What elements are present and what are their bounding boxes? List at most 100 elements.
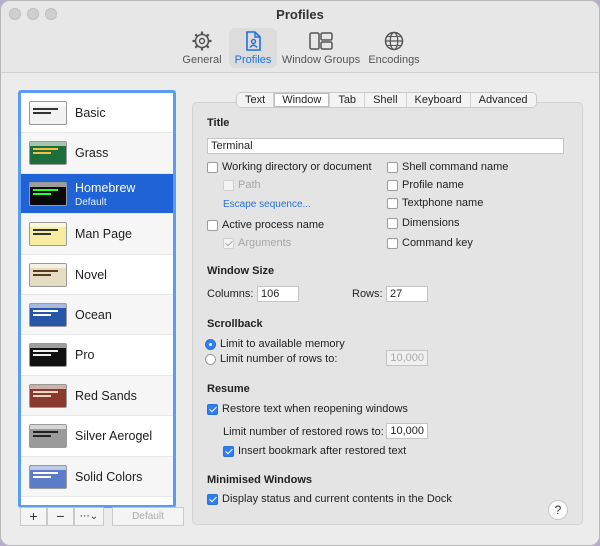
profile-document-icon	[246, 31, 261, 51]
profile-name-checkbox[interactable]	[387, 180, 398, 191]
profile-item[interactable]: Homebrew Default	[21, 173, 173, 215]
profile-thumbnail	[29, 101, 67, 125]
tab-advanced[interactable]: Advanced	[471, 93, 536, 107]
working-directory-checkbox[interactable]	[207, 162, 218, 173]
toolbar-encodings-label: Encodings	[368, 54, 420, 66]
rows-input[interactable]	[386, 286, 428, 302]
active-process-checkbox[interactable]	[207, 220, 218, 231]
set-default-button[interactable]: Default	[112, 507, 184, 526]
toolbar-encodings[interactable]: Encodings	[365, 28, 423, 68]
profile-name: Homebrew	[75, 180, 136, 195]
scrollback-rows-input[interactable]	[386, 350, 428, 366]
resume-heading: Resume	[207, 383, 250, 395]
tab-window[interactable]: Window	[274, 93, 331, 107]
profile-thumbnail	[29, 343, 67, 368]
path-label: Path	[238, 179, 261, 191]
scrollback-heading: Scrollback	[207, 318, 263, 330]
insert-bookmark-checkbox[interactable]	[223, 446, 234, 457]
profile-name-label: Profile name	[402, 179, 464, 191]
limit-available-memory-radio[interactable]	[205, 339, 216, 350]
working-directory-label: Working directory or document	[222, 161, 372, 173]
profile-item[interactable]: Man Page	[21, 214, 173, 255]
profile-thumbnail	[29, 464, 67, 489]
toolbar-profiles[interactable]: Profiles	[229, 28, 277, 68]
title-input[interactable]	[207, 138, 564, 154]
profile-thumbnail	[29, 181, 67, 206]
window-title: Profiles	[276, 7, 324, 22]
profile-thumbnail	[29, 302, 67, 327]
help-button[interactable]: ?	[548, 500, 568, 520]
display-status-label: Display status and current contents in t…	[222, 493, 452, 505]
title-bar: Profiles General Profiles Window Groups …	[1, 1, 599, 73]
textphone-name-checkbox[interactable]	[387, 198, 398, 209]
profile-name: Grass	[75, 146, 109, 161]
insert-bookmark-label: Insert bookmark after restored text	[238, 445, 407, 457]
preferences-window: Profiles General Profiles Window Groups …	[0, 0, 600, 546]
profile-name: Basic	[75, 106, 106, 120]
add-profile-button[interactable]: +	[20, 507, 47, 526]
textphone-name-label: Textphone name	[402, 197, 484, 209]
profile-thumbnail	[29, 424, 67, 449]
profiles-list-controls: + − ⋯⌄ Default	[20, 507, 184, 526]
profile-name: Pro	[75, 348, 95, 363]
profile-item[interactable]: Red Sands	[21, 375, 173, 417]
display-status-checkbox[interactable]	[207, 494, 218, 505]
profile-item[interactable]: Grass	[21, 133, 173, 174]
restore-text-checkbox[interactable]	[207, 404, 218, 415]
profile-name: Solid Colors	[75, 469, 143, 484]
profile-item[interactable]: Pro	[21, 335, 173, 376]
settings-tabs: Text Window Tab Shell Keyboard Advanced	[236, 92, 537, 108]
dimensions-checkbox[interactable]	[387, 218, 398, 229]
command-key-label: Command key	[402, 237, 473, 249]
more-actions-button[interactable]: ⋯⌄	[74, 507, 104, 526]
chevron-down-icon: ⌄	[89, 511, 99, 522]
columns-input[interactable]	[257, 286, 299, 302]
profile-thumbnail	[29, 383, 67, 408]
globe-icon	[384, 31, 404, 51]
profile-item[interactable]: Novel	[21, 254, 173, 295]
profile-default-label: Default	[75, 196, 107, 208]
profile-thumbnail	[29, 141, 67, 166]
limit-rows-radio[interactable]	[205, 354, 216, 365]
tab-text[interactable]: Text	[237, 93, 275, 107]
minimised-heading: Minimised Windows	[207, 474, 313, 486]
profile-name: Red Sands	[75, 388, 137, 403]
more-icon: ⋯	[79, 511, 90, 522]
shell-command-label: Shell command name	[402, 161, 509, 173]
title-heading: Title	[207, 117, 230, 129]
restored-rows-input[interactable]	[386, 423, 428, 439]
tab-keyboard[interactable]: Keyboard	[407, 93, 471, 107]
arguments-label: Arguments	[238, 237, 292, 249]
restore-text-label: Restore text when reopening windows	[222, 403, 408, 415]
profile-item[interactable]: Ocean	[21, 294, 173, 336]
toolbar-general[interactable]: General	[179, 28, 225, 68]
toolbar-window-groups-label: Window Groups	[281, 54, 361, 66]
profile-name: Silver Aerogel	[75, 429, 153, 444]
tab-shell[interactable]: Shell	[365, 93, 407, 107]
toolbar-window-groups[interactable]: Window Groups	[281, 28, 361, 68]
limit-restored-rows-label: Limit number of restored rows to:	[223, 426, 384, 438]
command-key-checkbox[interactable]	[387, 238, 398, 249]
arguments-checkbox[interactable]	[223, 238, 234, 249]
profile-item[interactable]: Basic	[21, 93, 173, 134]
active-process-label: Active process name	[222, 219, 325, 231]
shell-command-checkbox[interactable]	[387, 162, 398, 173]
rows-label: Rows:	[352, 288, 383, 300]
profiles-list[interactable]: Basic Grass Homebrew Default Man Page Novel Oc…	[18, 90, 176, 508]
toolbar-profiles-label: Profiles	[234, 54, 272, 66]
window-size-heading: Window Size	[207, 265, 275, 277]
window-groups-icon	[309, 32, 333, 50]
remove-profile-button[interactable]: −	[47, 507, 74, 526]
profile-thumbnail	[29, 262, 67, 287]
limit-available-memory-label: Limit to available memory	[220, 338, 345, 350]
profile-item[interactable]: Solid Colors	[21, 456, 173, 497]
path-checkbox[interactable]	[223, 180, 234, 191]
escape-sequence-link[interactable]: Escape sequence...	[223, 199, 311, 210]
limit-rows-label: Limit number of rows to:	[220, 353, 338, 365]
toolbar-general-label: General	[182, 54, 222, 66]
profile-item[interactable]: Silver Aerogel	[21, 416, 173, 457]
profile-thumbnail	[29, 222, 67, 247]
profile-name: Ocean	[75, 307, 112, 322]
tab-tab[interactable]: Tab	[330, 93, 366, 107]
profile-name: Man Page	[75, 227, 132, 242]
